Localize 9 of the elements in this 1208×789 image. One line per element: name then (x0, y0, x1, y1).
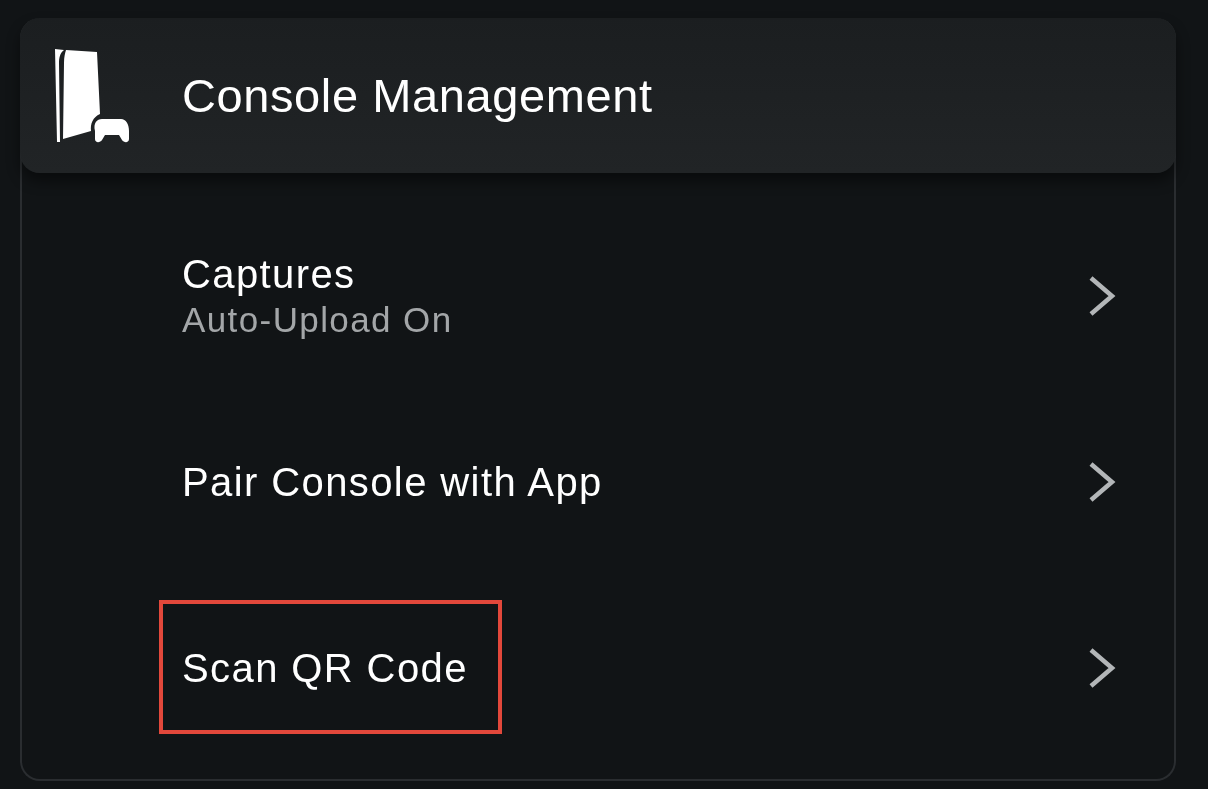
row-title[interactable]: Captures (182, 250, 356, 298)
row-title[interactable]: Pair Console with App (182, 458, 603, 506)
console-with-controller-icon (55, 48, 129, 143)
header-title: Console Management (182, 67, 653, 124)
chevron-right-icon[interactable] (1088, 275, 1116, 317)
chevron-right-icon[interactable] (1088, 647, 1116, 689)
chevron-right-icon[interactable] (1088, 461, 1116, 503)
row-status: Auto-Upload On (182, 299, 453, 341)
row-title[interactable]: Scan QR Code (182, 644, 468, 692)
